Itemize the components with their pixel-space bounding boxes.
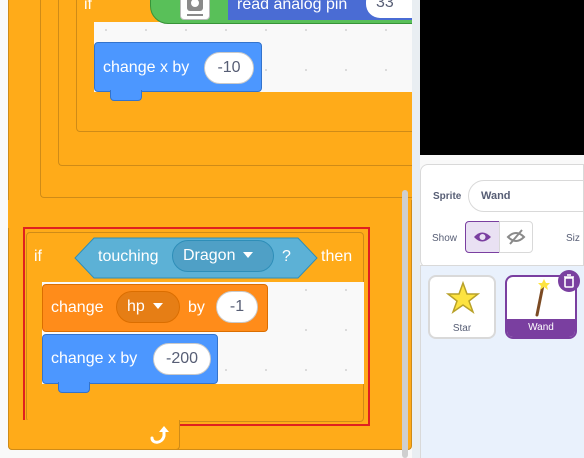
panel-separator [412,0,420,458]
sprite-tile-star[interactable]: Star [428,275,496,339]
wand-icon [535,279,550,317]
show-label: Show [432,233,458,244]
show-toggle-hidden[interactable] [499,221,533,253]
scroll-gap [8,200,402,228]
star-icon [446,281,480,314]
pin-dropdown[interactable]: 33 [366,0,414,18]
sprite-name-value: Wand [481,190,511,202]
selected-sprite-name-bar: Wand [507,319,575,337]
sprite-name-input[interactable]: Wand [468,180,584,212]
trash-icon [564,274,574,288]
highlight-box [23,227,370,426]
block-tab [110,90,142,101]
pin-value: 33 [376,0,394,11]
delete-sprite-button[interactable] [558,270,580,292]
change-x-label-top: change x by [103,59,190,76]
top-if-label: if [84,0,92,13]
read-analog-label: read analog pin [237,0,348,13]
sprite-label: Sprite [433,191,462,202]
sprite-tile-name: Wand [528,322,554,333]
chip-icon [180,0,210,20]
loop-arrow-icon [150,426,169,444]
script-scrollbar[interactable] [402,190,408,458]
eye-icon [474,232,491,242]
size-label: Siz [566,233,580,244]
show-toggle-visible[interactable] [465,221,500,253]
eye-slash-icon [506,229,526,245]
sprite-tile-name: Star [452,323,472,334]
change-x-value-top[interactable]: -10 [204,52,254,84]
stage[interactable] [420,0,584,155]
